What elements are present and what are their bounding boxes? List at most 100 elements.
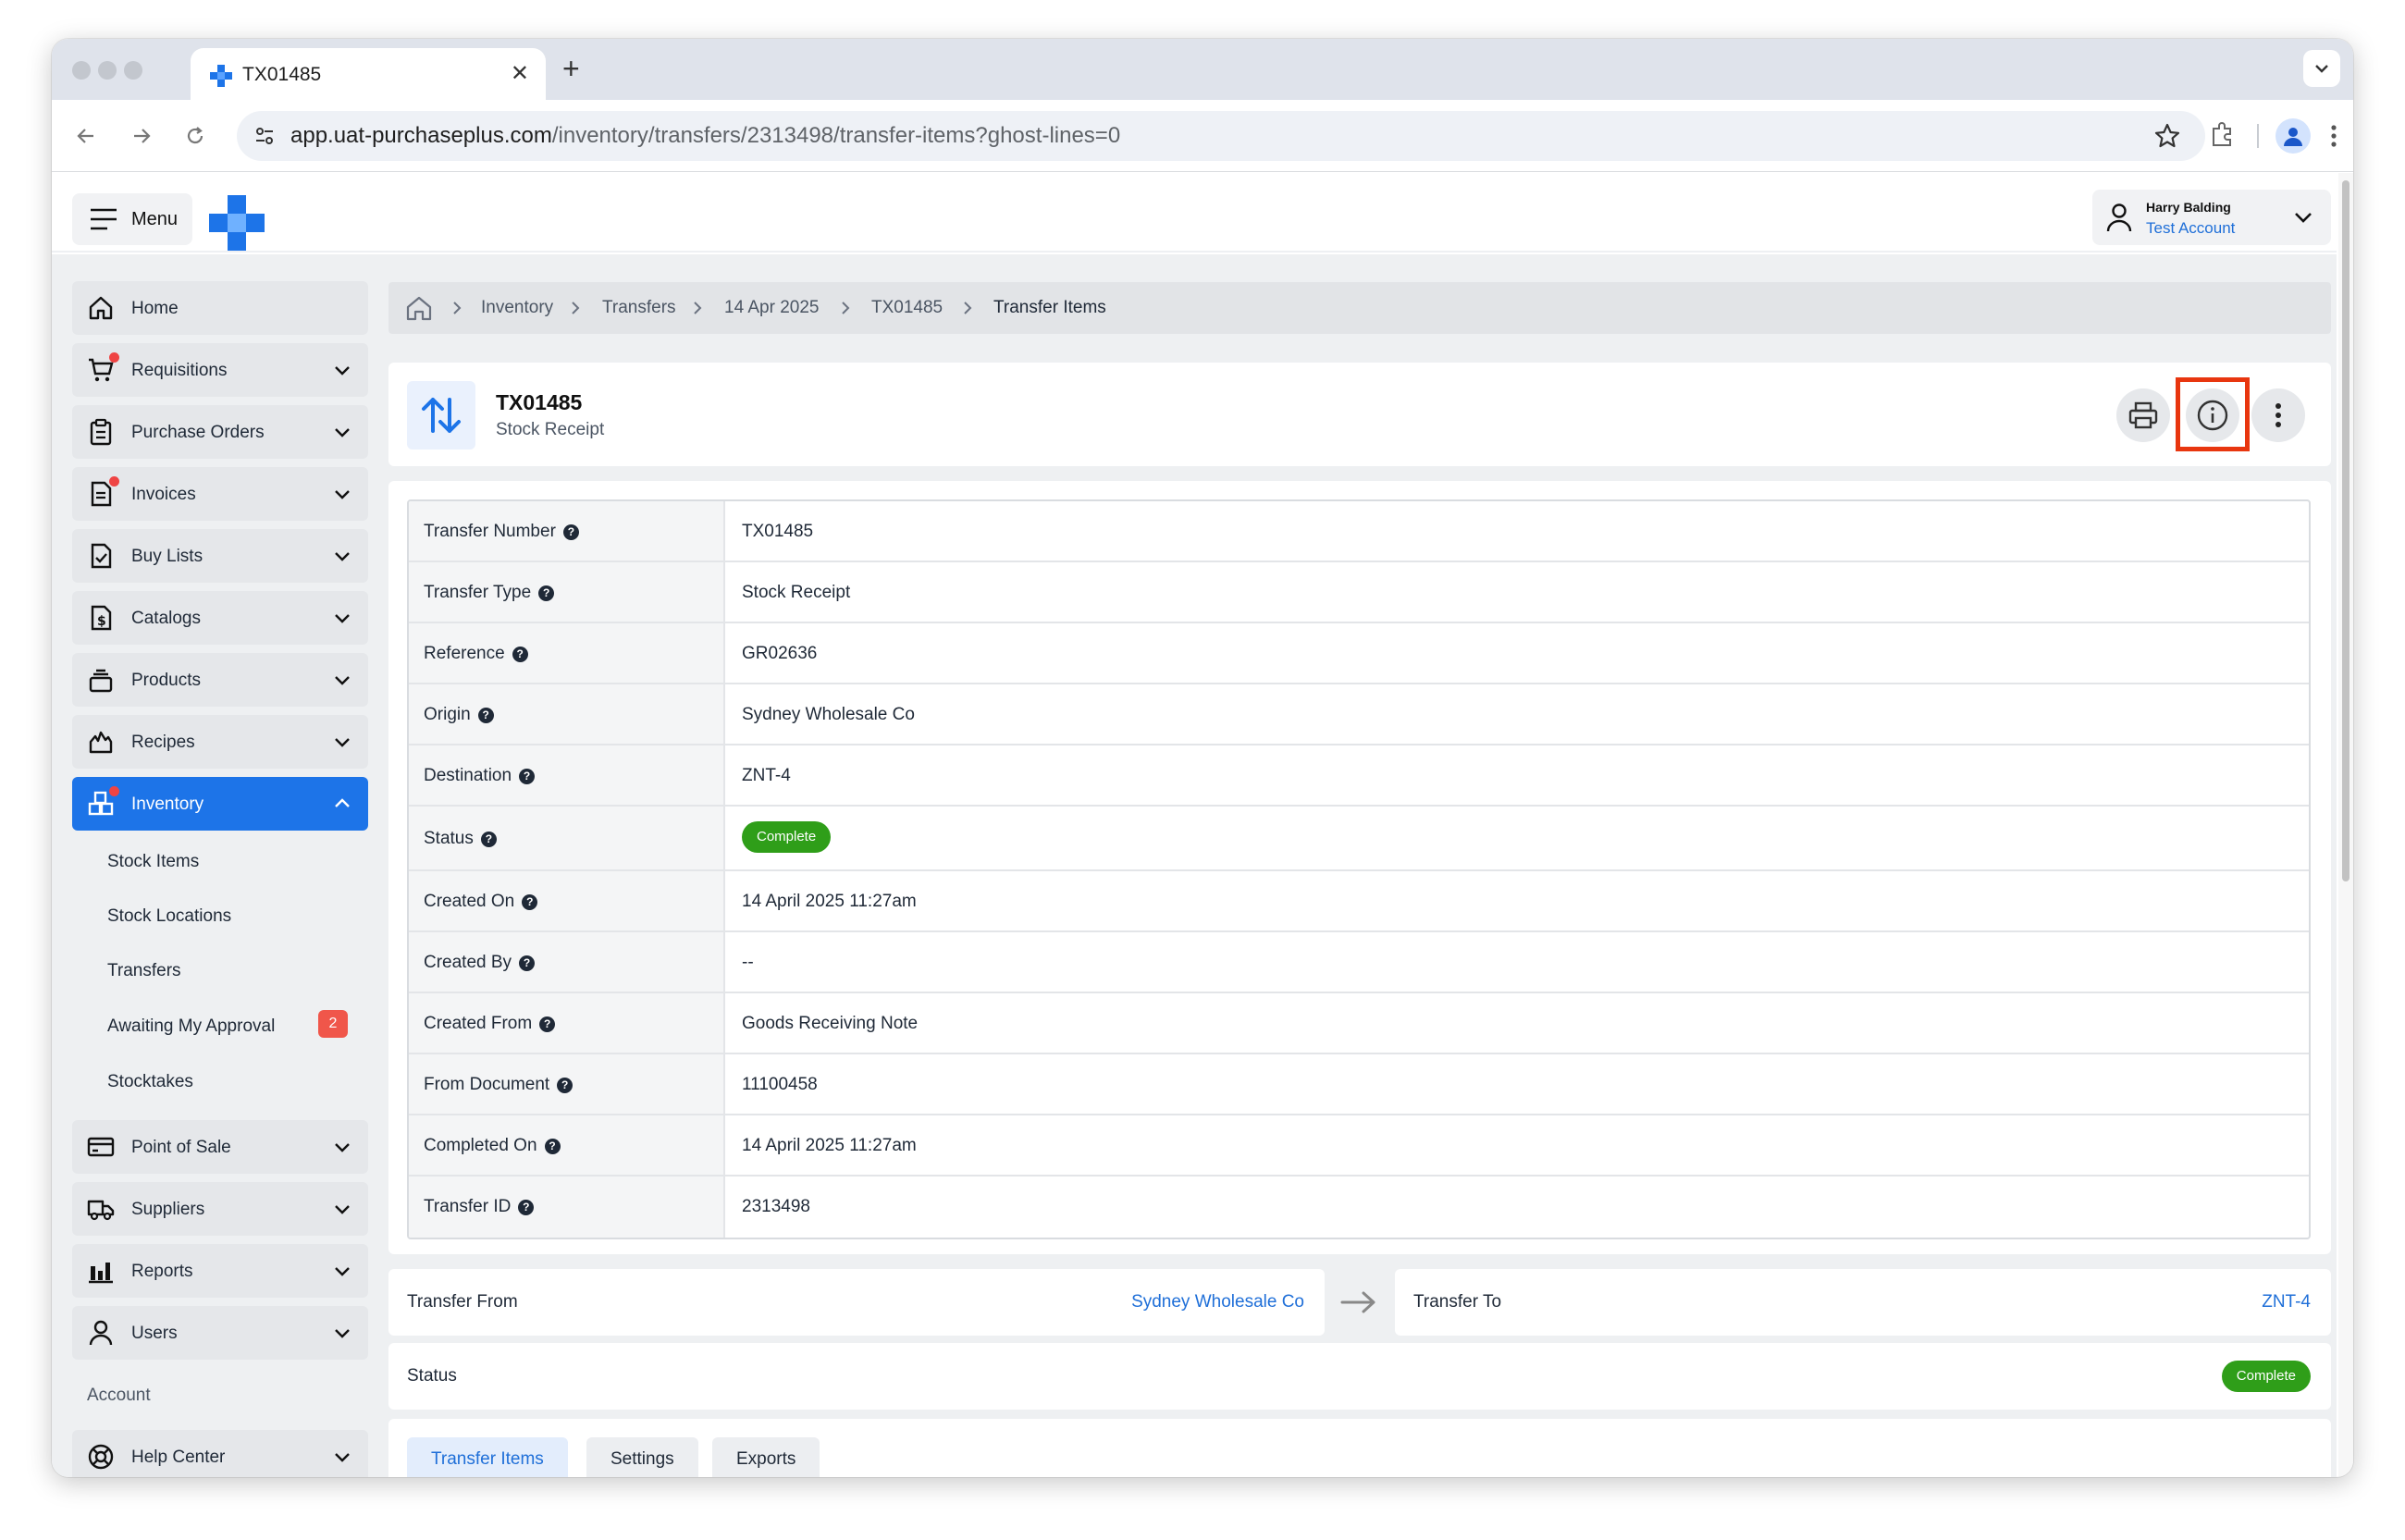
sidebar-item-point-of-sale[interactable]: Point of Sale (72, 1120, 368, 1174)
close-window-button[interactable] (72, 61, 91, 80)
sidebar-item-invoices[interactable]: Invoices (72, 467, 368, 521)
transfer-to-link[interactable]: ZNT-4 (2262, 1292, 2311, 1312)
chevron-down-icon (335, 1453, 350, 1462)
table-row: Transfer ID? 2313498 (409, 1177, 2309, 1238)
user-menu[interactable]: Harry Balding Test Account (2092, 190, 2331, 245)
transfer-from-link[interactable]: Sydney Wholesale Co (1131, 1292, 1304, 1312)
sidebar-item-users[interactable]: Users (72, 1306, 368, 1360)
browser-menu-icon[interactable] (2318, 120, 2350, 152)
site-settings-icon[interactable] (253, 125, 276, 147)
reload-button[interactable] (179, 120, 211, 152)
breadcrumb-transfers[interactable]: Transfers (602, 298, 676, 318)
info-button-highlight (2176, 377, 2250, 451)
table-row: Reference? GR02636 (409, 623, 2309, 684)
status-label: Status (407, 1366, 457, 1386)
dollar-doc-icon: $ (91, 605, 112, 631)
sidebar-item-buy-lists[interactable]: Buy Lists (72, 529, 368, 583)
sidebar-item-requisitions[interactable]: Requisitions (72, 343, 368, 397)
more-actions-button[interactable] (2251, 388, 2305, 442)
help-icon[interactable]: ? (477, 708, 494, 723)
address-bar[interactable]: app.uat-purchaseplus.com/inventory/trans… (237, 111, 2205, 161)
breadcrumb-transfer-number[interactable]: TX01485 (871, 298, 943, 318)
sidebar-item-label: Users (131, 1324, 178, 1343)
tab-transfer-items[interactable]: Transfer Items (407, 1437, 568, 1477)
tab-settings[interactable]: Settings (586, 1437, 698, 1477)
profile-button[interactable] (2276, 118, 2311, 154)
chevron-down-icon (335, 552, 350, 561)
sidebar-item-catalogs[interactable]: $ Catalogs (72, 591, 368, 645)
sidebar-subitem-stock-items[interactable]: Stock Items (107, 852, 199, 872)
detail-label: From Document? (424, 1075, 574, 1095)
tab-close-icon[interactable]: ✕ (511, 60, 529, 87)
help-icon[interactable]: ? (512, 647, 528, 662)
user-icon (2106, 203, 2132, 232)
sidebar-item-label: Products (131, 671, 201, 690)
chevron-down-icon (335, 676, 350, 685)
help-icon[interactable]: ? (519, 955, 536, 971)
chevron-right-icon (842, 302, 850, 314)
help-icon[interactable]: ? (518, 1200, 535, 1215)
sidebar-item-products[interactable]: Products (72, 653, 368, 707)
minimize-window-button[interactable] (98, 61, 117, 80)
menu-button[interactable]: Menu (72, 193, 192, 245)
browser-tab[interactable]: TX01485 ✕ (191, 48, 546, 100)
chevron-right-icon (694, 302, 702, 314)
toolbar-divider (2257, 124, 2259, 148)
print-button[interactable] (2116, 388, 2170, 442)
sidebar-item-help-center[interactable]: Help Center (72, 1430, 368, 1477)
help-icon[interactable]: ? (544, 1139, 561, 1154)
bookmark-star-icon[interactable] (2153, 122, 2181, 150)
detail-value: -- (742, 953, 754, 972)
detail-value: 2313498 (742, 1197, 810, 1216)
scrollbar-thumb[interactable] (2342, 180, 2350, 881)
sidebar-item-home[interactable]: Home (72, 281, 368, 335)
user-account: Test Account (2146, 219, 2236, 237)
new-tab-button[interactable]: + (562, 54, 580, 83)
user-icon (89, 1320, 113, 1346)
detail-value: Stock Receipt (742, 583, 851, 602)
detail-label: Transfer Type? (424, 583, 555, 603)
printer-icon (2128, 401, 2158, 429)
help-icon[interactable]: ? (557, 1078, 574, 1093)
page-scrollbar[interactable] (2338, 173, 2353, 1477)
sidebar-subitem-stocktakes[interactable]: Stocktakes (107, 1072, 193, 1092)
help-icon[interactable]: ? (522, 894, 538, 910)
arrow-left-icon (77, 129, 93, 143)
help-icon[interactable]: ? (539, 1016, 556, 1032)
chevron-down-icon (335, 1329, 350, 1338)
sidebar-item-label: Buy Lists (131, 547, 204, 566)
transfer-to-card: Transfer To ZNT-4 (1395, 1269, 2331, 1336)
zoom-window-button[interactable] (124, 61, 142, 80)
detail-value: TX01485 (742, 522, 814, 541)
back-button[interactable] (70, 120, 102, 152)
help-icon[interactable]: ? (480, 832, 497, 847)
home-icon[interactable] (405, 295, 433, 321)
chevron-down-icon (2295, 213, 2312, 223)
sidebar-item-purchase-orders[interactable]: Purchase Orders (72, 405, 368, 459)
sidebar-item-label: Catalogs (131, 609, 201, 628)
sidebar-subitem-awaiting-approval[interactable]: Awaiting My Approval (107, 1016, 275, 1037)
breadcrumb-date[interactable]: 14 Apr 2025 (724, 298, 819, 318)
help-icon[interactable]: ? (538, 585, 555, 601)
sidebar-item-suppliers[interactable]: Suppliers (72, 1182, 368, 1236)
sidebar-item-reports[interactable]: Reports (72, 1244, 368, 1298)
detail-value: 11100458 (742, 1075, 818, 1094)
sidebar-subitem-stock-locations[interactable]: Stock Locations (107, 906, 231, 927)
forward-button[interactable] (126, 120, 157, 152)
purchaseplus-logo-icon[interactable] (207, 193, 266, 253)
breadcrumb-inventory[interactable]: Inventory (481, 298, 553, 318)
sidebar-item-inventory[interactable]: Inventory (72, 777, 368, 831)
sidebar-item-label: Suppliers (131, 1200, 205, 1219)
breadcrumb-current: Transfer Items (993, 298, 1106, 317)
table-row: Status? Complete (409, 807, 2309, 871)
detail-label: Reference? (424, 644, 528, 664)
sidebar-item-recipes[interactable]: Recipes (72, 715, 368, 769)
sidebar-subitem-transfers[interactable]: Transfers (107, 961, 181, 981)
tab-search-button[interactable] (2303, 50, 2340, 87)
extensions-icon[interactable] (2207, 119, 2238, 151)
chevron-up-icon (335, 798, 350, 807)
tab-exports[interactable]: Exports (712, 1437, 820, 1477)
detail-label: Destination? (424, 766, 536, 786)
help-icon[interactable]: ? (562, 524, 579, 540)
help-icon[interactable]: ? (519, 769, 536, 784)
